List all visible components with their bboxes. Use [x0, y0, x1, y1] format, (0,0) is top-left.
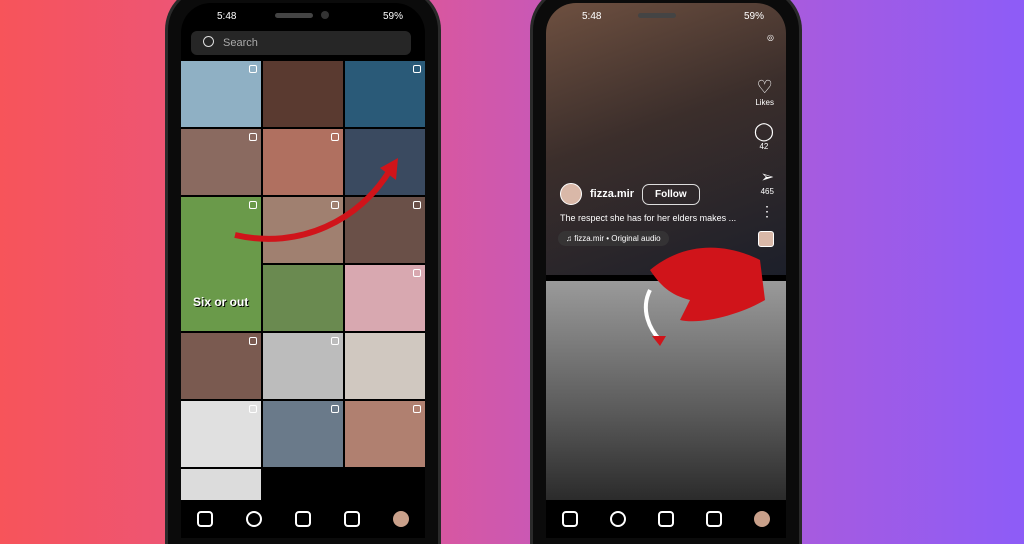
- swipe-arrow-left: [234, 168, 393, 242]
- annotation-overlay: [234, 158, 765, 346]
- swipe-arrow-right: [643, 289, 662, 342]
- arrow-head-right: [652, 336, 666, 346]
- hand-pointer-icon: [650, 247, 765, 322]
